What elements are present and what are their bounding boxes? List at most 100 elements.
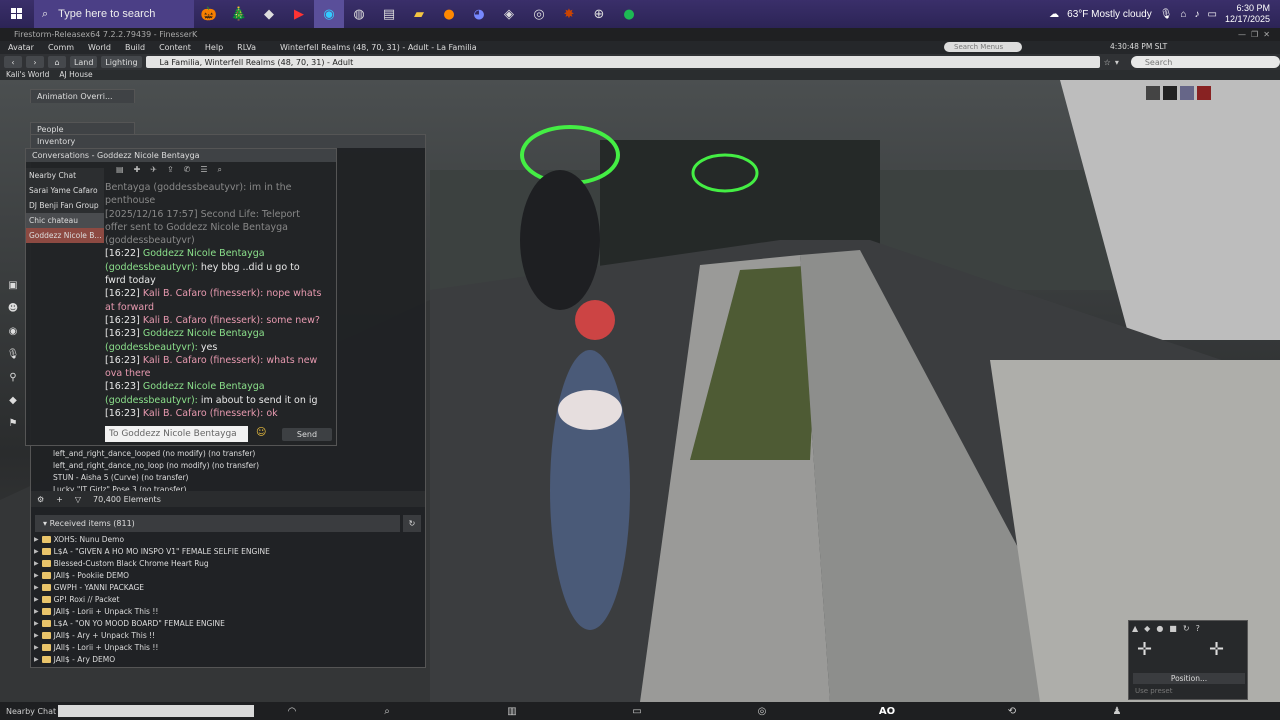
edge-icon[interactable]: ◉	[314, 0, 344, 28]
map-icon[interactable]: ▥	[452, 706, 572, 717]
file-explorer-icon[interactable]: ▰	[404, 0, 434, 28]
menu-content[interactable]: Content	[159, 43, 191, 52]
taskbar-clock[interactable]: 6:30 PM 12/17/2025	[1225, 3, 1270, 25]
nearby-chat-label[interactable]: Nearby Chat	[0, 707, 58, 716]
refresh-icon[interactable]: ↻	[403, 515, 421, 532]
app-icon[interactable]: ⊕	[584, 0, 614, 28]
search-menus-input[interactable]: Search Menus	[944, 42, 1022, 52]
inventory-title[interactable]: Inventory	[31, 135, 425, 148]
spotify-icon[interactable]: ●	[614, 0, 644, 28]
nearby-chat-input[interactable]	[58, 705, 254, 717]
chat-icon[interactable]: ◆	[9, 395, 17, 406]
add-friend-icon[interactable]: ✚	[134, 165, 141, 179]
firestorm-icon[interactable]: ✸	[554, 0, 584, 28]
menu-avatar[interactable]: Avatar	[8, 43, 34, 52]
view-icon[interactable]: ◉	[9, 326, 18, 337]
start-button[interactable]	[0, 0, 34, 28]
message-sender[interactable]: Kali B. Cafaro (finesserk):	[143, 315, 264, 326]
app-icon[interactable]: 🎃	[194, 0, 224, 28]
location-input[interactable]: La Familia, Winterfell Realms (48, 70, 3…	[145, 56, 1100, 68]
list-item[interactable]: STUN - Aisha 5 (Curve) (no transfer)	[31, 471, 425, 483]
list-item[interactable]: ▶ GWPH - YANNI PACKAGE	[30, 581, 420, 593]
list-item[interactable]: ▶ JAll$ - Ary DEMO	[30, 653, 420, 665]
emoji-icon[interactable]: ☺	[256, 427, 266, 438]
list-item[interactable]: ▶ L$A - "ON YO MOOD BOARD" FEMALE ENGINE	[30, 617, 420, 629]
app-icon[interactable]: ◍	[344, 0, 374, 28]
network-icon[interactable]: ⌂	[1180, 9, 1186, 20]
conversations-title[interactable]: Conversations - Goddezz Nicole Bentayga	[26, 149, 336, 162]
share-icon[interactable]: ⇪	[167, 165, 174, 179]
files-icon[interactable]: ▤	[374, 0, 404, 28]
list-item[interactable]: ▶ JAll$ - Ary + Unpack This !!	[30, 629, 420, 641]
conversation-tab[interactable]: Sarai Yame Cafaro	[26, 183, 104, 198]
conversation-tab[interactable]: Goddezz Nicole B...	[26, 228, 104, 243]
favorite-item[interactable]: Kali's World	[6, 70, 49, 80]
list-item[interactable]: ▶ JAll$ - Lorii + Unpack This !!	[30, 641, 420, 653]
star-icon[interactable]: ☆	[1104, 58, 1111, 67]
conversation-tab[interactable]: Nearby Chat	[26, 168, 104, 183]
firefox-icon[interactable]: ●	[434, 0, 464, 28]
profile-icon[interactable]: ▤	[116, 165, 124, 179]
ao-button[interactable]: AO	[822, 706, 952, 717]
camera-preset-icon[interactable]: ●	[1156, 624, 1163, 633]
volume-icon[interactable]: ♪	[1195, 9, 1200, 20]
map-pin-icon[interactable]: ⚑	[9, 418, 18, 429]
message-sender[interactable]: Kali B. Cafaro (finesserk):	[143, 288, 264, 299]
list-item[interactable]: ▶ Blessed-Custom Black Chrome Heart Rug	[30, 557, 420, 569]
list-item[interactable]: ▶ JAll$ - Pookiie DEMO	[30, 569, 420, 581]
camera-preset-icon[interactable]: ▲	[1132, 624, 1138, 633]
battery-icon[interactable]: ▭	[1208, 9, 1217, 20]
received-items-header[interactable]: ▾ Received items (811)	[35, 515, 400, 532]
land-button[interactable]: Land	[70, 56, 98, 68]
menu-world[interactable]: World	[88, 43, 111, 52]
app-icon[interactable]: ◈	[494, 0, 524, 28]
snapshot-icon[interactable]: ▭	[572, 706, 702, 717]
gear-icon[interactable]: ⚙	[37, 495, 44, 504]
chevron-down-icon[interactable]: ▾	[1115, 58, 1119, 67]
window-controls[interactable]: — ❐ ✕	[1238, 28, 1270, 41]
nav-search-input[interactable]: Search	[1130, 56, 1280, 68]
filter-icon[interactable]: ▽	[75, 495, 81, 504]
home-button[interactable]: ⌂	[48, 56, 66, 68]
pan-control[interactable]: ✛	[1209, 639, 1224, 660]
appearance-icon[interactable]: ♟	[1072, 706, 1162, 717]
back-button[interactable]: ‹	[4, 56, 22, 68]
list-item[interactable]: ▶ GP! Roxi // Packet	[30, 593, 420, 605]
hud-icon[interactable]	[1163, 86, 1177, 100]
discord-icon[interactable]: ◕	[464, 0, 494, 28]
weather-text[interactable]: 63°F Mostly cloudy	[1067, 9, 1152, 20]
camera-icon[interactable]: ⟲	[952, 706, 1072, 717]
send-button[interactable]: Send	[282, 428, 332, 441]
copilot-icon[interactable]: ◆	[254, 0, 284, 28]
voice-icon[interactable]: 🎙	[7, 349, 20, 360]
lighting-button[interactable]: Lighting	[101, 56, 142, 68]
panel-title[interactable]: Animation Overri...	[31, 90, 134, 103]
menu-build[interactable]: Build	[125, 43, 145, 52]
radar-icon[interactable]: ◎	[702, 706, 822, 717]
taskbar-search[interactable]: ⌕ Type here to search	[34, 0, 194, 28]
hud-icon[interactable]	[1197, 86, 1211, 100]
menu-help[interactable]: Help	[205, 43, 223, 52]
list-item[interactable]: ▶ XOHS: Nunu Demo	[30, 533, 420, 545]
menu-rlva[interactable]: RLVa	[237, 43, 256, 52]
list-item[interactable]: left_and_right_dance_no_loop (no modify)…	[31, 459, 425, 471]
camera-preset-icon[interactable]: ◆	[1144, 624, 1150, 633]
use-preset-dropdown[interactable]: Use preset	[1133, 687, 1233, 698]
menu-comm[interactable]: Comm	[48, 43, 74, 52]
people-icon[interactable]: ☻	[8, 303, 18, 314]
mic-icon[interactable]: 🎙	[1160, 9, 1173, 20]
hud-icon[interactable]	[1180, 86, 1194, 100]
search-icon[interactable]: ⌕	[218, 165, 222, 179]
help-icon[interactable]: ?	[1196, 624, 1200, 633]
conversation-tab[interactable]: Chic chateau	[26, 213, 104, 228]
inventory-icon[interactable]: ▣	[8, 280, 17, 291]
hud-icon[interactable]	[1146, 86, 1160, 100]
history-icon[interactable]: ☰	[200, 165, 207, 179]
conversation-tab[interactable]: DJ Benji Fan Group	[26, 198, 104, 213]
headphones-icon[interactable]: ◠	[262, 706, 322, 717]
youtube-icon[interactable]: ▶	[284, 0, 314, 28]
camera-preset-icon[interactable]: ■	[1169, 624, 1177, 633]
teleport-icon[interactable]: ✈	[150, 165, 157, 179]
forward-button[interactable]: ›	[26, 56, 44, 68]
reset-icon[interactable]: ↻	[1183, 624, 1190, 633]
